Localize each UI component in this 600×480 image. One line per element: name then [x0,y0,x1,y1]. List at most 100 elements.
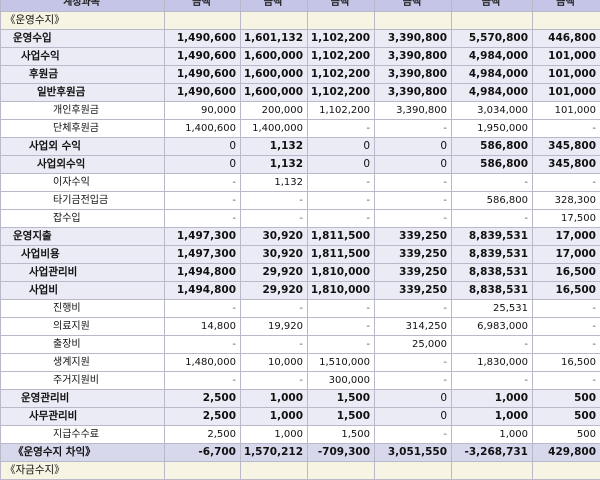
amount-cell[interactable]: 0 [308,138,375,156]
amount-cell[interactable]: 200,000 [241,102,308,120]
amount-cell[interactable]: 25,000 [375,336,452,354]
amount-cell[interactable]: 25,531 [452,300,533,318]
row-label[interactable]: 사무관리비 [1,408,165,426]
amount-cell[interactable]: 3,390,800 [375,84,452,102]
amount-cell[interactable]: 586,800 [452,192,533,210]
row-label[interactable]: 잡수입 [1,210,165,228]
amount-cell[interactable]: 1,400,000 [241,120,308,138]
row-label[interactable]: 사업수익 [1,48,165,66]
amount-cell[interactable]: -709,300 [308,444,375,462]
amount-cell[interactable]: 1,500 [308,390,375,408]
amount-cell[interactable]: - [241,372,308,390]
amount-cell[interactable]: 1,490,600 [165,84,241,102]
amount-cell[interactable]: 101,000 [533,48,600,66]
amount-cell[interactable]: -3,268,731 [452,444,533,462]
amount-cell[interactable]: - [165,192,241,210]
amount-cell[interactable]: 1,500 [308,426,375,444]
row-label[interactable]: 사업비 [1,282,165,300]
amount-cell[interactable]: 4,984,000 [452,66,533,84]
row-label[interactable]: 사업비용 [1,246,165,264]
amount-cell[interactable]: 1,132 [241,156,308,174]
amount-cell[interactable]: 1,102,200 [308,66,375,84]
amount-cell[interactable]: 339,250 [375,264,452,282]
amount-cell[interactable]: - [165,372,241,390]
amount-cell[interactable]: 586,800 [452,156,533,174]
amount-cell[interactable]: - [533,372,600,390]
amount-cell[interactable]: - [375,354,452,372]
amount-cell[interactable]: 1,490,600 [165,66,241,84]
amount-cell[interactable]: 1,132 [241,174,308,192]
amount-cell[interactable]: 8,838,531 [452,264,533,282]
amount-cell[interactable]: 314,250 [375,318,452,336]
row-label[interactable]: 주거지원비 [1,372,165,390]
amount-cell[interactable]: 29,920 [241,264,308,282]
amount-cell[interactable]: 1,000 [452,390,533,408]
amount-cell[interactable]: 90,000 [165,102,241,120]
row-label[interactable]: 사업외수익 [1,156,165,174]
amount-cell[interactable]: 345,800 [533,156,600,174]
amount-cell[interactable]: 429,800 [533,444,600,462]
row-label[interactable]: 생계지원 [1,354,165,372]
header-amount-2[interactable]: 금액 [241,0,308,12]
row-label[interactable]: 운영수입 [1,30,165,48]
amount-cell[interactable]: 345,800 [533,138,600,156]
amount-cell[interactable] [308,12,375,30]
amount-cell[interactable] [452,12,533,30]
amount-cell[interactable]: 1,480,000 [165,354,241,372]
row-label[interactable]: 지급수수료 [1,426,165,444]
header-account[interactable]: 계정과목 [1,0,165,12]
amount-cell[interactable]: 3,390,800 [375,102,452,120]
amount-cell[interactable]: 4,984,000 [452,48,533,66]
amount-cell[interactable]: - [452,210,533,228]
amount-cell[interactable]: - [375,192,452,210]
amount-cell[interactable]: 1,810,000 [308,264,375,282]
amount-cell[interactable]: 2,500 [165,426,241,444]
row-label[interactable]: 《자금수지》 [1,462,165,480]
amount-cell[interactable]: 1,811,500 [308,228,375,246]
amount-cell[interactable]: - [375,210,452,228]
amount-cell[interactable]: - [375,372,452,390]
amount-cell[interactable]: 0 [375,408,452,426]
row-label[interactable]: 《운영수지 차익》 [1,444,165,462]
amount-cell[interactable]: 1,490,600 [165,30,241,48]
amount-cell[interactable]: 8,838,531 [452,282,533,300]
amount-cell[interactable]: 1,601,132 [241,30,308,48]
amount-cell[interactable] [241,12,308,30]
amount-cell[interactable]: 1,102,200 [308,84,375,102]
amount-cell[interactable]: 10,000 [241,354,308,372]
amount-cell[interactable]: 0 [165,138,241,156]
amount-cell[interactable] [452,462,533,480]
amount-cell[interactable] [375,12,452,30]
amount-cell[interactable]: - [308,336,375,354]
amount-cell[interactable]: - [308,174,375,192]
amount-cell[interactable]: 3,390,800 [375,66,452,84]
row-label[interactable]: 운영관리비 [1,390,165,408]
amount-cell[interactable]: 1,000 [241,390,308,408]
amount-cell[interactable]: 1,000 [452,426,533,444]
amount-cell[interactable]: 19,920 [241,318,308,336]
amount-cell[interactable]: 339,250 [375,228,452,246]
row-label[interactable]: 이자수익 [1,174,165,192]
amount-cell[interactable]: 1,102,200 [308,48,375,66]
row-label[interactable]: 사업외 수익 [1,138,165,156]
row-label[interactable]: 진행비 [1,300,165,318]
amount-cell[interactable]: - [308,192,375,210]
amount-cell[interactable]: 1,102,200 [308,30,375,48]
amount-cell[interactable] [241,462,308,480]
header-amount-1[interactable]: 금액 [165,0,241,12]
amount-cell[interactable]: 1,000 [452,408,533,426]
amount-cell[interactable]: - [452,336,533,354]
amount-cell[interactable]: - [533,120,600,138]
amount-cell[interactable]: - [165,174,241,192]
amount-cell[interactable] [375,462,452,480]
amount-cell[interactable]: 101,000 [533,66,600,84]
amount-cell[interactable]: 17,000 [533,228,600,246]
amount-cell[interactable]: 2,500 [165,408,241,426]
header-amount-3[interactable]: 금액 [308,0,375,12]
amount-cell[interactable]: - [533,318,600,336]
amount-cell[interactable]: 1,000 [241,426,308,444]
amount-cell[interactable]: - [308,120,375,138]
amount-cell[interactable] [533,12,600,30]
amount-cell[interactable]: 0 [308,156,375,174]
amount-cell[interactable]: 1,510,000 [308,354,375,372]
